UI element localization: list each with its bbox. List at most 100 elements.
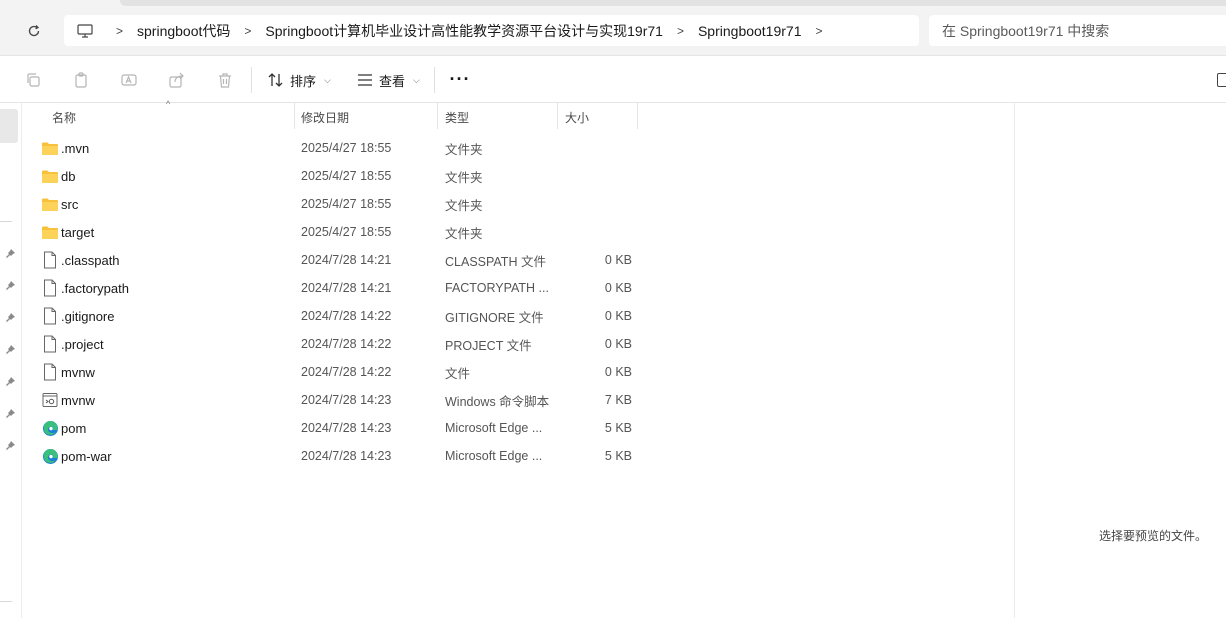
search-placeholder: 在 Springboot19r71 中搜索	[942, 22, 1110, 39]
file-type: PROJECT 文件	[445, 338, 532, 353]
file-row[interactable]: pom-war 2024/7/28 14:23 Microsoft Edge ...…	[22, 442, 1014, 470]
navigation-pane	[0, 103, 22, 618]
file-name[interactable]: .mvn	[61, 134, 291, 162]
command-bar: 排序 ⌵ 查看 ⌵ ···	[0, 57, 1226, 103]
file-row[interactable]: db 2025/4/27 18:55 文件夹	[22, 162, 1014, 190]
sort-label: 排序	[290, 73, 317, 89]
copy-icon[interactable]	[23, 70, 43, 90]
file-icon	[40, 358, 60, 386]
file-name[interactable]: .factorypath	[61, 274, 291, 302]
file-row[interactable]: .factorypath 2024/7/28 14:21 FACTORYPATH .…	[22, 274, 1014, 302]
nav-selected-item[interactable]	[0, 109, 18, 143]
column-resize-handle[interactable]	[637, 103, 638, 129]
file-type: Microsoft Edge ...	[445, 421, 543, 435]
file-name[interactable]: target	[61, 218, 291, 246]
file-modified-date: 2024/7/28 14:23	[301, 393, 392, 407]
toolbar-divider	[251, 67, 252, 93]
file-size: 0 KB	[604, 309, 632, 323]
column-headers: ^ 名称 修改日期 类型 大小	[22, 99, 1014, 131]
column-header-date[interactable]: 修改日期	[293, 103, 436, 131]
search-input[interactable]: 在 Springboot19r71 中搜索	[929, 15, 1226, 46]
pin-icon[interactable]	[4, 311, 16, 323]
file-size: 5 KB	[604, 421, 632, 435]
file-name[interactable]: .gitignore	[61, 302, 291, 330]
file-icon	[40, 274, 60, 302]
column-header-date-label: 修改日期	[301, 110, 350, 125]
file-row[interactable]: .classpath 2024/7/28 14:21 CLASSPATH 文件 0 K…	[22, 246, 1014, 274]
file-type: GITIGNORE 文件	[445, 310, 544, 325]
chevron-right-icon[interactable]: >	[116, 24, 123, 38]
share-icon[interactable]	[167, 70, 187, 90]
file-size	[562, 190, 632, 218]
file-type: Windows 命令脚本	[445, 394, 550, 409]
edge-icon	[40, 414, 60, 442]
file-row[interactable]: mvnw 2024/7/28 14:22 文件 0 KB	[22, 358, 1014, 386]
column-header-type-label: 类型	[445, 110, 470, 125]
chevron-down-icon: ⌵	[324, 74, 331, 85]
toolbar-divider	[434, 67, 435, 93]
refresh-button[interactable]	[22, 19, 46, 43]
file-type: 文件	[445, 366, 471, 381]
file-name[interactable]: pom	[61, 414, 291, 442]
file-modified-date: 2024/7/28 14:22	[301, 309, 392, 323]
file-row[interactable]: .project 2024/7/28 14:22 PROJECT 文件 0 KB	[22, 330, 1014, 358]
rename-icon[interactable]	[119, 70, 139, 90]
details-pane-icon[interactable]	[1217, 73, 1226, 87]
file-row[interactable]: .gitignore 2024/7/28 14:22 GITIGNORE 文件 0 K…	[22, 302, 1014, 330]
nav-divider	[0, 221, 12, 222]
refresh-icon	[28, 25, 40, 37]
file-size	[562, 218, 632, 246]
view-icon	[358, 74, 372, 86]
file-type: CLASSPATH 文件	[445, 254, 546, 269]
column-header-type[interactable]: 类型	[437, 103, 557, 131]
file-name[interactable]: src	[61, 190, 291, 218]
pin-icon[interactable]	[4, 407, 16, 419]
file-size: 0 KB	[604, 253, 632, 267]
file-name[interactable]: pom-war	[61, 442, 291, 470]
file-row[interactable]: src 2025/4/27 18:55 文件夹	[22, 190, 1014, 218]
file-row[interactable]: target 2025/4/27 18:55 文件夹	[22, 218, 1014, 246]
chevron-right-icon[interactable]: >	[244, 24, 251, 38]
file-name[interactable]: .project	[61, 330, 291, 358]
breadcrumb-item[interactable]: Springboot计算机毕业设计高性能教学资源平台设计与实现19r71	[265, 21, 663, 41]
file-size: 0 KB	[604, 365, 632, 379]
paste-icon[interactable]	[71, 70, 91, 90]
preview-message: 选择要预览的文件。	[1099, 529, 1208, 543]
file-type: Microsoft Edge ...	[445, 449, 543, 463]
folder-icon	[40, 218, 60, 246]
title-bar: > springboot代码 > Springboot计算机毕业设计高性能教学资…	[0, 0, 1226, 56]
file-name[interactable]: mvnw	[61, 358, 291, 386]
view-button[interactable]: 查看 ⌵	[357, 69, 420, 91]
pin-icon[interactable]	[4, 279, 16, 291]
file-name[interactable]: mvnw	[61, 386, 291, 414]
pin-icon[interactable]	[4, 247, 16, 259]
file-row[interactable]: .mvn 2025/4/27 18:55 文件夹	[22, 134, 1014, 162]
file-modified-date: 2024/7/28 14:22	[301, 365, 392, 379]
file-size: 0 KB	[604, 337, 632, 351]
edge-icon	[40, 442, 60, 470]
file-size: 0 KB	[604, 281, 632, 295]
file-size: 7 KB	[604, 393, 632, 407]
breadcrumb-item[interactable]: springboot代码	[137, 21, 230, 41]
column-header-name[interactable]: 名称	[44, 103, 294, 131]
address-bar[interactable]: > springboot代码 > Springboot计算机毕业设计高性能教学资…	[64, 15, 919, 46]
chevron-right-icon[interactable]: >	[816, 24, 823, 38]
file-name[interactable]: .classpath	[61, 246, 291, 274]
delete-icon[interactable]	[215, 70, 235, 90]
pin-icon[interactable]	[4, 343, 16, 355]
file-modified-date: 2025/4/27 18:55	[301, 225, 392, 239]
sort-button[interactable]: 排序 ⌵	[268, 69, 331, 91]
file-name[interactable]: db	[61, 162, 291, 190]
file-row[interactable]: mvnw 2024/7/28 14:23 Windows 命令脚本 7 KB	[22, 386, 1014, 414]
folder-icon	[40, 162, 60, 190]
column-header-size[interactable]: 大小	[557, 103, 637, 131]
file-modified-date: 2024/7/28 14:23	[301, 421, 392, 435]
this-pc-icon[interactable]	[76, 23, 94, 39]
file-row[interactable]: pom 2024/7/28 14:23 Microsoft Edge ... 5 KB	[22, 414, 1014, 442]
more-options-button[interactable]: ···	[448, 68, 472, 90]
chevron-right-icon[interactable]: >	[677, 24, 684, 38]
pin-icon[interactable]	[4, 439, 16, 451]
file-modified-date: 2025/4/27 18:55	[301, 197, 392, 211]
pin-icon[interactable]	[4, 375, 16, 387]
breadcrumb-item[interactable]: Springboot19r71	[698, 23, 802, 39]
